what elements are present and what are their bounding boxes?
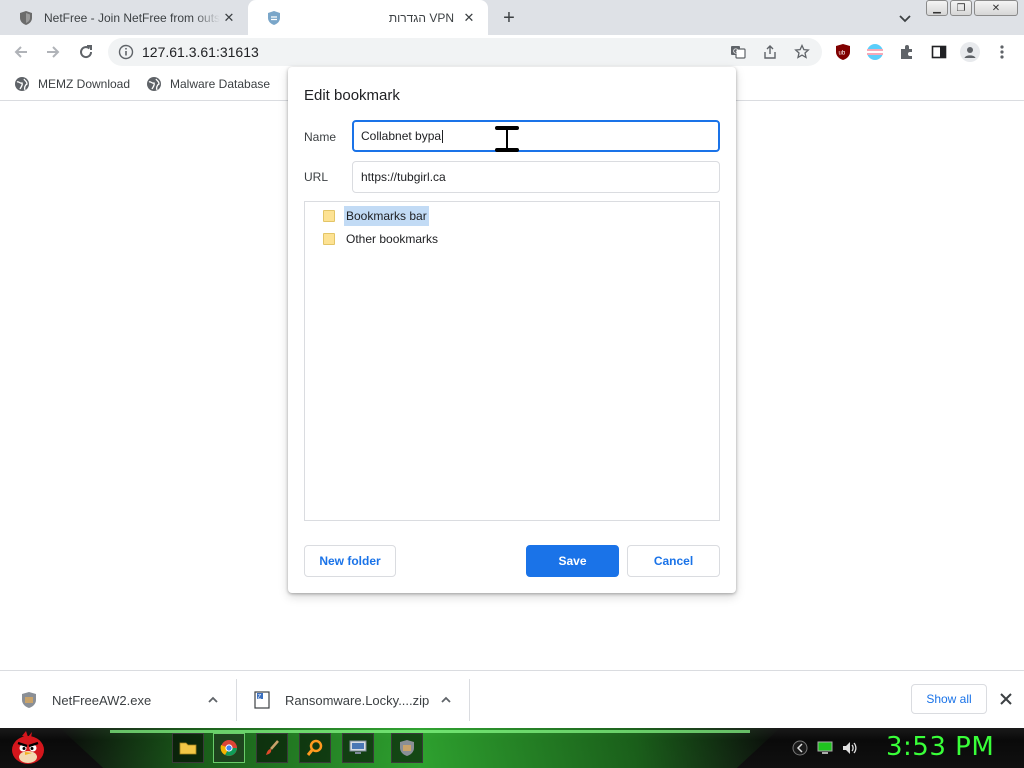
new-folder-button[interactable]: New folder <box>304 545 396 577</box>
installer-icon <box>20 691 38 709</box>
info-icon[interactable] <box>118 44 134 60</box>
dialog-title: Edit bookmark <box>304 87 400 104</box>
back-arrow-icon[interactable] <box>10 41 32 63</box>
menu-kebab-icon[interactable] <box>993 43 1011 61</box>
svg-text:Z: Z <box>258 694 262 700</box>
translate-icon[interactable]: G <box>730 44 746 60</box>
chevron-up-icon[interactable] <box>439 693 453 707</box>
netfree-shield-icon <box>266 10 282 26</box>
explorer-folder-icon[interactable] <box>172 733 204 763</box>
extension-flag-icon[interactable] <box>866 43 884 61</box>
folder-label: Other bookmarks <box>346 232 439 246</box>
folder-icon <box>323 233 335 245</box>
bookmark-memz-download[interactable]: MEMZ Download <box>14 76 130 92</box>
address-bar[interactable]: 127.61.3.61:31613 G <box>108 38 822 66</box>
folder-other-bookmarks[interactable]: Other bookmarks <box>323 229 440 249</box>
side-panel-icon[interactable] <box>930 43 948 61</box>
close-window-icon[interactable]: ✕ <box>974 0 1018 16</box>
tab-title: הגדרות VPN <box>388 10 454 25</box>
forward-arrow-icon[interactable] <box>42 41 64 63</box>
cancel-button[interactable]: Cancel <box>627 545 720 577</box>
folder-bookmarks-bar[interactable]: Bookmarks bar <box>323 206 429 226</box>
close-tab-icon[interactable]: ✕ <box>220 9 238 27</box>
bookmark-label: MEMZ Download <box>38 77 131 91</box>
new-tab-button[interactable]: + <box>498 7 520 29</box>
volume-icon[interactable] <box>841 740 857 756</box>
bookmark-label: Malware Database <box>170 77 271 91</box>
download-filename: NetFreeAW2.exe <box>52 692 152 708</box>
url-text: 127.61.3.61:31613 <box>142 44 259 60</box>
shield-icon <box>18 10 34 26</box>
tab-title: NetFree - Join NetFree from outs <box>44 10 220 25</box>
chrome-icon[interactable] <box>213 733 245 763</box>
remote-desktop-icon[interactable] <box>342 733 374 763</box>
share-icon[interactable] <box>762 44 778 60</box>
tab-vpn-settings[interactable]: הגדרות VPN ✕ <box>248 0 488 35</box>
save-button[interactable]: Save <box>526 545 619 577</box>
browser-toolbar: 127.61.3.61:31613 G ub <box>0 35 1024 69</box>
close-tab-icon[interactable]: ✕ <box>460 9 478 27</box>
folder-label: Bookmarks bar <box>344 206 429 226</box>
download-item-locky[interactable]: Z Ransomware.Locky....zip <box>253 671 469 729</box>
extensions-puzzle-icon[interactable] <box>898 43 916 61</box>
taskbar-highlight <box>110 730 750 733</box>
divider <box>469 679 470 721</box>
url-label: URL <box>304 170 329 184</box>
download-filename: Ransomware.Locky....zip <box>285 692 430 708</box>
window-controls: ▁ ❐ ✕ <box>926 0 1020 18</box>
folder-tree[interactable]: Bookmarks bar Other bookmarks <box>304 201 720 521</box>
reload-icon[interactable] <box>75 41 97 63</box>
name-value: Collabnet bypa <box>361 129 442 143</box>
svg-text:ub: ub <box>839 51 846 57</box>
chevron-down-icon[interactable] <box>896 9 914 27</box>
divider <box>236 679 237 721</box>
download-shelf: NetFreeAW2.exe Z Ransomware.Locky....zip… <box>0 670 1024 728</box>
ibeam-cursor-icon <box>495 126 519 152</box>
netfree-tray-app-icon[interactable] <box>391 733 423 763</box>
tray-monitor-icon[interactable] <box>817 740 833 756</box>
zip-archive-icon: Z <box>253 691 271 709</box>
ublock-origin-icon[interactable]: ub <box>834 43 852 61</box>
paint-brush-icon[interactable] <box>256 733 288 763</box>
profile-avatar-icon[interactable] <box>960 42 980 62</box>
restore-icon[interactable]: ❐ <box>950 0 972 16</box>
name-label: Name <box>304 130 337 144</box>
bookmark-url-input[interactable]: https://tubgirl.ca <box>352 161 720 193</box>
chevron-up-icon[interactable] <box>206 693 220 707</box>
start-button-angry-bird-icon[interactable] <box>8 729 48 767</box>
download-item-netfree[interactable]: NetFreeAW2.exe <box>20 671 236 729</box>
svg-text:G: G <box>733 49 738 56</box>
text-caret <box>442 129 444 143</box>
show-all-button[interactable]: Show all <box>911 684 987 714</box>
star-icon[interactable] <box>794 44 810 60</box>
taskbar-clock[interactable]: 3:53 PM <box>886 732 994 762</box>
tab-strip: NetFree - Join NetFree from outs ✕ הגדרו… <box>0 0 1024 35</box>
minimize-icon[interactable]: ▁ <box>926 0 948 16</box>
tab-netfree-join[interactable]: NetFree - Join NetFree from outs ✕ <box>0 0 248 35</box>
url-value: https://tubgirl.ca <box>361 170 446 184</box>
search-magnifier-icon[interactable] <box>299 733 331 763</box>
bookmark-name-input[interactable]: Collabnet bypa <box>352 120 720 152</box>
folder-icon <box>323 210 335 222</box>
bookmark-malware-database[interactable]: Malware Database <box>146 76 270 92</box>
tray-network-icon[interactable] <box>792 740 808 756</box>
taskbar: 3:53 PM <box>0 728 1024 768</box>
globe-icon <box>14 76 30 92</box>
close-icon[interactable] <box>998 691 1014 707</box>
globe-icon <box>146 76 162 92</box>
